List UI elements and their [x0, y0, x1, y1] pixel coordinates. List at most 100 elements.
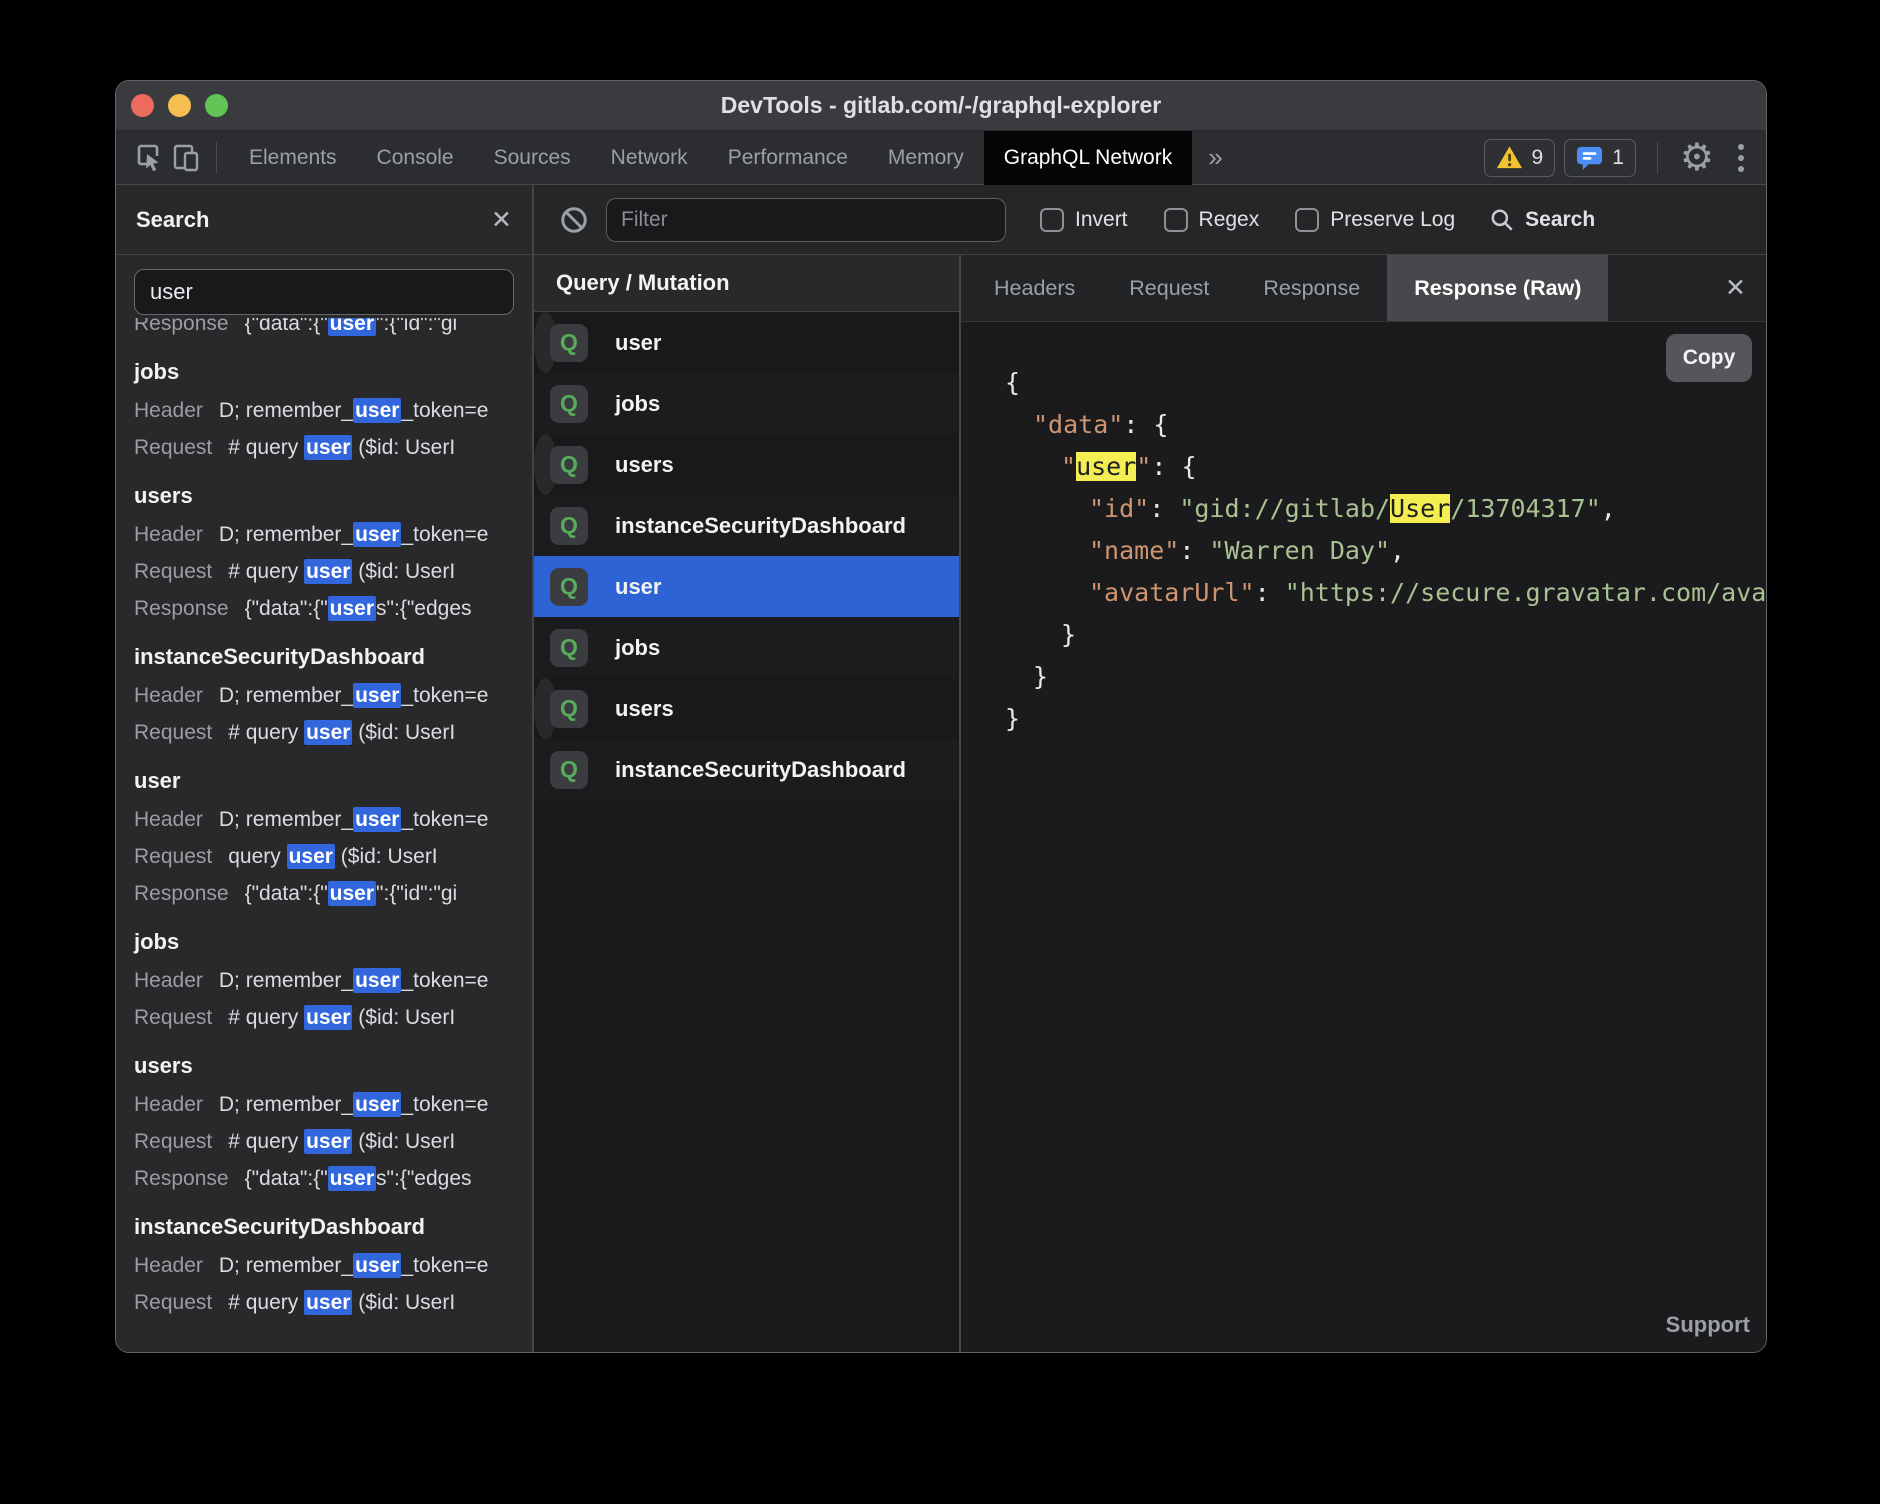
query-row-instancesecuritydashboard[interactable]: QinstanceSecurityDashboard	[534, 495, 959, 556]
query-row-instancesecuritydashboard[interactable]: QinstanceSecurityDashboard	[534, 739, 959, 800]
search-result-row[interactable]: Request# query user ($id: UserI	[134, 1123, 532, 1160]
highlight-match: User	[1390, 494, 1450, 523]
devtools-tab-sources[interactable]: Sources	[474, 131, 591, 185]
clear-icon[interactable]	[556, 202, 592, 238]
text-segment: ($id: UserI	[352, 721, 455, 744]
search-pane: Search ✕ Response{"data":{"user":{"id":"…	[116, 185, 532, 1352]
devtools-tab-performance[interactable]: Performance	[708, 131, 868, 185]
json-line: "user": {	[1005, 446, 1766, 488]
text-segment: # query	[228, 436, 304, 459]
result-row-label: Header	[134, 399, 203, 422]
close-detail-icon[interactable]: ✕	[1725, 273, 1746, 303]
message-icon	[1576, 145, 1603, 171]
highlight-match: user	[353, 683, 401, 708]
search-result-row[interactable]: Request# query user ($id: UserI	[134, 999, 532, 1036]
result-row-text: D; remember_user_token=e	[219, 968, 489, 993]
device-toolbar-icon[interactable]	[168, 140, 204, 176]
more-tabs-chevron-icon[interactable]: »	[1192, 142, 1238, 173]
close-search-icon[interactable]: ✕	[491, 205, 512, 235]
detail-tab-response[interactable]: Response	[1236, 255, 1387, 321]
query-row-user[interactable]: Quser	[534, 312, 557, 373]
highlight-match: user	[353, 522, 401, 547]
search-result-row[interactable]: HeaderD; remember_user_token=e	[134, 1247, 532, 1284]
checkbox-label: Invert	[1075, 208, 1128, 232]
search-result-row[interactable]: Request# query user ($id: UserI	[134, 714, 532, 751]
result-row-label: Header	[134, 684, 203, 707]
search-result-row[interactable]: Request# query user ($id: UserI	[134, 429, 532, 466]
filter-input[interactable]	[606, 198, 1006, 242]
text-segment: }	[1033, 662, 1048, 691]
checkbox-preserve-log[interactable]: Preserve Log	[1295, 208, 1455, 232]
search-result-row[interactable]: HeaderD; remember_user_token=e	[134, 677, 532, 714]
search-result-group-title: users	[134, 1051, 532, 1081]
search-result-row[interactable]: Response{"data":{"user":{"id":"gi	[134, 875, 532, 912]
detail-tab-response-raw[interactable]: Response (Raw)	[1387, 255, 1608, 321]
query-row-users[interactable]: Qusers	[534, 678, 557, 739]
highlight-match: user	[304, 1005, 352, 1030]
result-row-text: # query user ($id: UserI	[228, 559, 455, 584]
text-segment: "data"	[1033, 410, 1123, 439]
query-row-users[interactable]: Qusers	[534, 434, 557, 495]
search-result-row[interactable]: HeaderD; remember_user_token=e	[134, 801, 532, 838]
minimize-window-button[interactable]	[168, 94, 191, 117]
search-result-row[interactable]: HeaderD; remember_user_token=e	[134, 516, 532, 553]
search-result-group-title: user	[134, 766, 532, 796]
text-segment: s":{"edges	[376, 597, 471, 620]
text-segment: :	[1255, 578, 1285, 607]
search-input[interactable]	[134, 269, 514, 315]
messages-badge[interactable]: 1	[1564, 139, 1636, 177]
zoom-window-button[interactable]	[205, 94, 228, 117]
detail-tab-request[interactable]: Request	[1102, 255, 1236, 321]
query-row-label: users	[615, 452, 674, 478]
devtools-tab-memory[interactable]: Memory	[868, 131, 984, 185]
search-result-row[interactable]: HeaderD; remember_user_token=e	[134, 392, 532, 429]
result-row-label: Header	[134, 523, 203, 546]
text-segment: _token=e	[401, 1093, 488, 1116]
result-row-text: query user ($id: UserI	[228, 844, 437, 869]
devtools-tab-graphql-network[interactable]: GraphQL Network	[984, 131, 1192, 185]
query-row-user[interactable]: Quser	[534, 556, 959, 617]
support-link[interactable]: Support	[1666, 1312, 1750, 1338]
text-segment: D; remember_	[219, 1093, 353, 1116]
devtools-tabs: ElementsConsoleSourcesNetworkPerformance…	[229, 131, 1192, 185]
query-row-jobs[interactable]: Qjobs	[534, 617, 959, 678]
query-row-label: user	[615, 330, 661, 356]
highlight-match: user	[353, 1092, 401, 1117]
search-result-row[interactable]: Response{"data":{"user":{"id":"gi	[134, 318, 532, 342]
close-window-button[interactable]	[131, 94, 154, 117]
devtools-tab-elements[interactable]: Elements	[229, 131, 357, 185]
query-badge: Q	[550, 507, 588, 545]
inspect-element-icon[interactable]	[132, 140, 168, 176]
search-result-row[interactable]: HeaderD; remember_user_token=e	[134, 962, 532, 999]
search-result-group: instanceSecurityDashboardHeaderD; rememb…	[134, 1212, 532, 1321]
search-result-row[interactable]: Requestquery user ($id: UserI	[134, 838, 532, 875]
query-badge: Q	[550, 629, 588, 667]
search-result-row[interactable]: Request# query user ($id: UserI	[134, 553, 532, 590]
result-row-text: {"data":{"users":{"edges	[245, 596, 472, 621]
issues-warning-badge[interactable]: 9	[1484, 139, 1556, 177]
text-segment: :	[1123, 410, 1153, 439]
search-result-row[interactable]: Response{"data":{"users":{"edges	[134, 590, 532, 627]
text-segment: # query	[228, 1291, 304, 1314]
query-pane: Query / Mutation QuserQjobsQusersQinstan…	[534, 255, 959, 1352]
text-segment: D; remember_	[219, 808, 353, 831]
toolbar-search-button[interactable]: Search	[1489, 207, 1595, 233]
settings-gear-icon[interactable]: ⚙	[1680, 139, 1714, 177]
text-segment: D; remember_	[219, 969, 353, 992]
detail-tab-headers[interactable]: Headers	[967, 255, 1102, 321]
search-result-row[interactable]: HeaderD; remember_user_token=e	[134, 1086, 532, 1123]
copy-button[interactable]: Copy	[1666, 334, 1752, 382]
devtools-tab-network[interactable]: Network	[591, 131, 708, 185]
devtools-tab-console[interactable]: Console	[357, 131, 474, 185]
search-result-row[interactable]: Request# query user ($id: UserI	[134, 1284, 532, 1321]
query-row-label: jobs	[615, 391, 660, 417]
search-result-row[interactable]: Response{"data":{"users":{"edges	[134, 1160, 532, 1197]
search-result-group: jobsHeaderD; remember_user_token=eReques…	[134, 357, 532, 466]
more-options-icon[interactable]	[1738, 144, 1744, 172]
checkbox-invert[interactable]: Invert	[1040, 208, 1128, 232]
query-row-jobs[interactable]: Qjobs	[534, 373, 959, 434]
result-row-label: Request	[134, 1006, 212, 1029]
checkbox-regex[interactable]: Regex	[1164, 208, 1260, 232]
detail-tabs: HeadersRequestResponseResponse (Raw)	[961, 255, 1608, 321]
text-segment: # query	[228, 560, 304, 583]
